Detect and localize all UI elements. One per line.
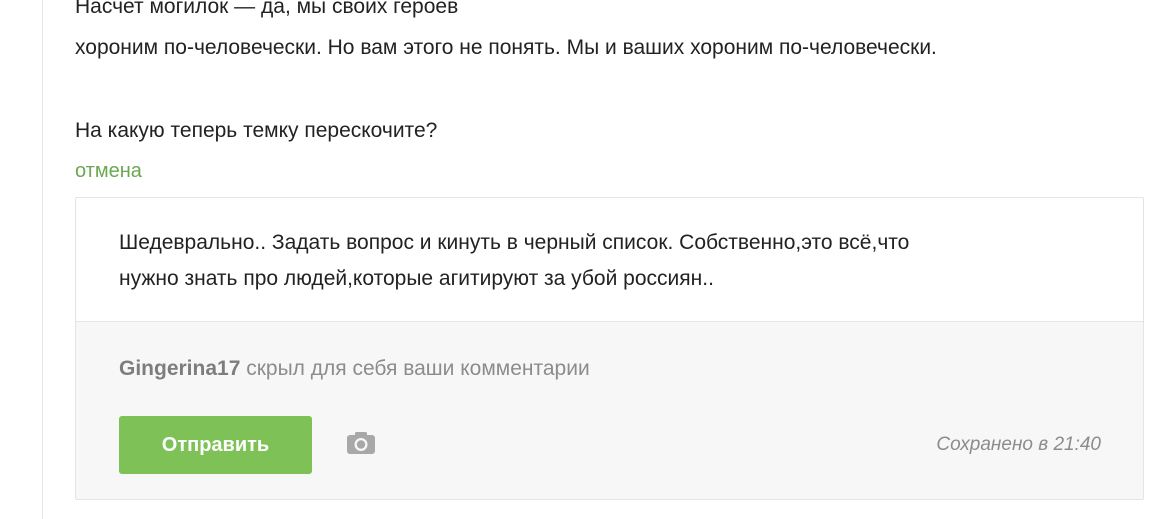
reply-footer: Gingerina17 скрыл для себя ваши коммента… [76,321,1143,499]
reply-text-line: Шедеврально.. Задать вопрос и кинуть в ч… [119,231,910,254]
reply-text-line: нужно знать про людей,которые агитируют … [119,267,714,290]
quoted-comment: Насчет могилок — да, мы своих героев хор… [75,0,1145,151]
comment-reply-page: Насчет могилок — да, мы своих героев хор… [0,0,1163,519]
reply-form: Шедеврально.. Задать вопрос и кинуть в ч… [75,197,1144,500]
saved-status: Сохранено в 21:40 [936,434,1101,455]
camera-icon-graphic [347,432,375,454]
submit-button[interactable]: Отправить [119,416,312,474]
notice-username[interactable]: Gingerina17 [119,357,240,380]
notice-message: скрыл для себя ваши комментарии [240,357,590,380]
hidden-comments-notice: Gingerina17 скрыл для себя ваши коммента… [119,352,590,386]
thread-divider [42,0,43,519]
camera-icon[interactable] [346,431,382,459]
quoted-line: хороним по-человечески. Но вам этого не … [75,36,937,59]
cancel-link[interactable]: отмена [75,158,142,184]
reply-textarea[interactable]: Шедеврально.. Задать вопрос и кинуть в ч… [119,225,1099,297]
quoted-line: Насчет могилок — да, мы своих героев [75,0,459,18]
quoted-line: На какую теперь темку перескочите? [75,119,438,142]
